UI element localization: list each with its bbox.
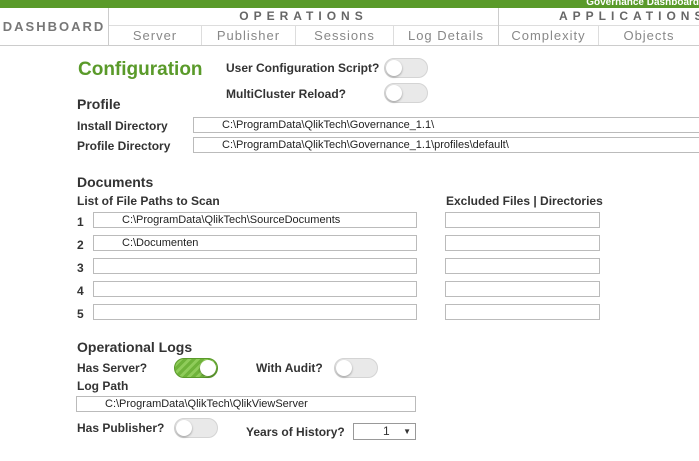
nav-group-label: OPERATIONS: [239, 9, 368, 23]
app-title: Governance Dashboard: [586, 0, 699, 8]
nav-group-applications: APPLICATIONS Complexity Objects: [499, 8, 699, 45]
excluded-field-3[interactable]: [445, 258, 600, 274]
tab-complexity[interactable]: Complexity: [499, 26, 599, 45]
document-path-field-4[interactable]: [93, 281, 417, 297]
chevron-down-icon: ▼: [403, 427, 411, 436]
excluded-field-5[interactable]: [445, 304, 600, 320]
excluded-header: Excluded Files | Directories: [446, 194, 603, 208]
log-path-field[interactable]: C:\ProgramData\QlikTech\QlikViewServer: [76, 396, 416, 412]
excluded-field-4[interactable]: [445, 281, 600, 297]
document-path-field-3[interactable]: [93, 258, 417, 274]
document-path-field-2[interactable]: C:\Documenten: [93, 235, 417, 251]
install-directory-field[interactable]: C:\ProgramData\QlikTech\Governance_1.1\: [193, 117, 699, 133]
documents-section-title: Documents: [77, 174, 154, 190]
nav-dashboard[interactable]: DASHBOARD: [0, 8, 109, 45]
paths-header: List of File Paths to Scan: [77, 194, 220, 208]
has-publisher-toggle[interactable]: [174, 418, 218, 438]
user-script-toggle[interactable]: [384, 58, 428, 78]
multicluster-label: MultiCluster Reload?: [226, 87, 347, 101]
tab-server[interactable]: Server: [109, 26, 202, 45]
years-of-history-select[interactable]: 1 ▼: [353, 423, 416, 440]
with-audit-label: With Audit?: [256, 361, 323, 375]
profile-directory-label: Profile Directory: [77, 139, 171, 153]
nav-group-operations: OPERATIONS Server Publisher Sessions Log…: [109, 8, 499, 45]
document-path-field-5[interactable]: [93, 304, 417, 320]
has-server-label: Has Server?: [77, 361, 148, 375]
row-number: 1: [77, 215, 84, 229]
log-path-label: Log Path: [77, 379, 129, 393]
tab-objects[interactable]: Objects: [599, 26, 699, 45]
profile-directory-field[interactable]: C:\ProgramData\QlikTech\Governance_1.1\p…: [193, 137, 699, 153]
excluded-field-1[interactable]: [445, 212, 600, 228]
user-script-label: User Configuration Script?: [226, 61, 380, 75]
top-bar: Governance Dashboard: [0, 0, 699, 8]
row-number: 4: [77, 284, 84, 298]
main-nav: DASHBOARD OPERATIONS Server Publisher Se…: [0, 8, 699, 46]
row-number: 2: [77, 238, 84, 252]
toggle-knob: [200, 360, 216, 376]
tab-log-details[interactable]: Log Details: [394, 26, 498, 45]
row-number: 5: [77, 307, 84, 321]
years-of-history-value: 1: [383, 424, 390, 438]
operational-logs-title: Operational Logs: [77, 339, 193, 355]
years-of-history-label: Years of History?: [246, 425, 345, 439]
with-audit-toggle[interactable]: [334, 358, 378, 378]
tab-sessions[interactable]: Sessions: [296, 26, 394, 45]
document-path-field-1[interactable]: C:\ProgramData\QlikTech\SourceDocuments: [93, 212, 417, 228]
toggle-knob: [336, 360, 352, 376]
install-directory-label: Install Directory: [77, 119, 168, 133]
toggle-knob: [386, 60, 402, 76]
multicluster-toggle[interactable]: [384, 83, 428, 103]
row-number: 3: [77, 261, 84, 275]
profile-section-title: Profile: [77, 96, 121, 112]
page-title: Configuration: [78, 59, 203, 80]
has-server-toggle[interactable]: [174, 358, 218, 378]
tab-publisher[interactable]: Publisher: [202, 26, 296, 45]
excluded-field-2[interactable]: [445, 235, 600, 251]
has-publisher-label: Has Publisher?: [77, 421, 165, 435]
toggle-knob: [176, 420, 192, 436]
toggle-knob: [386, 85, 402, 101]
nav-group-label: APPLICATIONS: [559, 9, 699, 23]
